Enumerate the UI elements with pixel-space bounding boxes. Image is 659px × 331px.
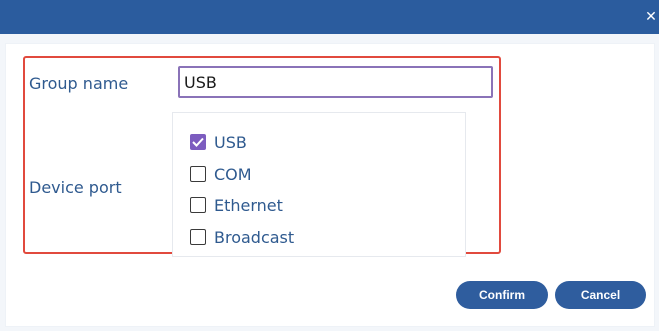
checkbox-icon[interactable] (190, 197, 206, 213)
cancel-button[interactable]: Cancel (555, 281, 646, 309)
close-icon[interactable]: ✕ (645, 10, 657, 24)
port-option-ethernet[interactable]: Ethernet (190, 194, 283, 216)
group-dialog: ✕ Group name Device port USB COM Etherne… (0, 0, 659, 331)
device-port-list: USB COM Ethernet Broadcast (172, 112, 466, 257)
port-option-broadcast[interactable]: Broadcast (190, 226, 294, 248)
check-icon[interactable] (190, 134, 206, 150)
checkbox-icon[interactable] (190, 229, 206, 245)
port-option-label: Broadcast (214, 227, 295, 247)
port-option-label: COM (214, 164, 252, 184)
device-port-label: Device port (29, 178, 122, 197)
group-name-label: Group name (29, 74, 129, 93)
group-name-input[interactable] (178, 66, 493, 98)
port-option-label: Ethernet (214, 195, 283, 215)
port-option-com[interactable]: COM (190, 163, 252, 185)
checkbox-icon[interactable] (190, 166, 206, 182)
port-option-usb[interactable]: USB (190, 131, 247, 153)
port-option-label: USB (214, 132, 247, 152)
confirm-button[interactable]: Confirm (456, 281, 548, 309)
title-bar: ✕ (0, 0, 659, 34)
